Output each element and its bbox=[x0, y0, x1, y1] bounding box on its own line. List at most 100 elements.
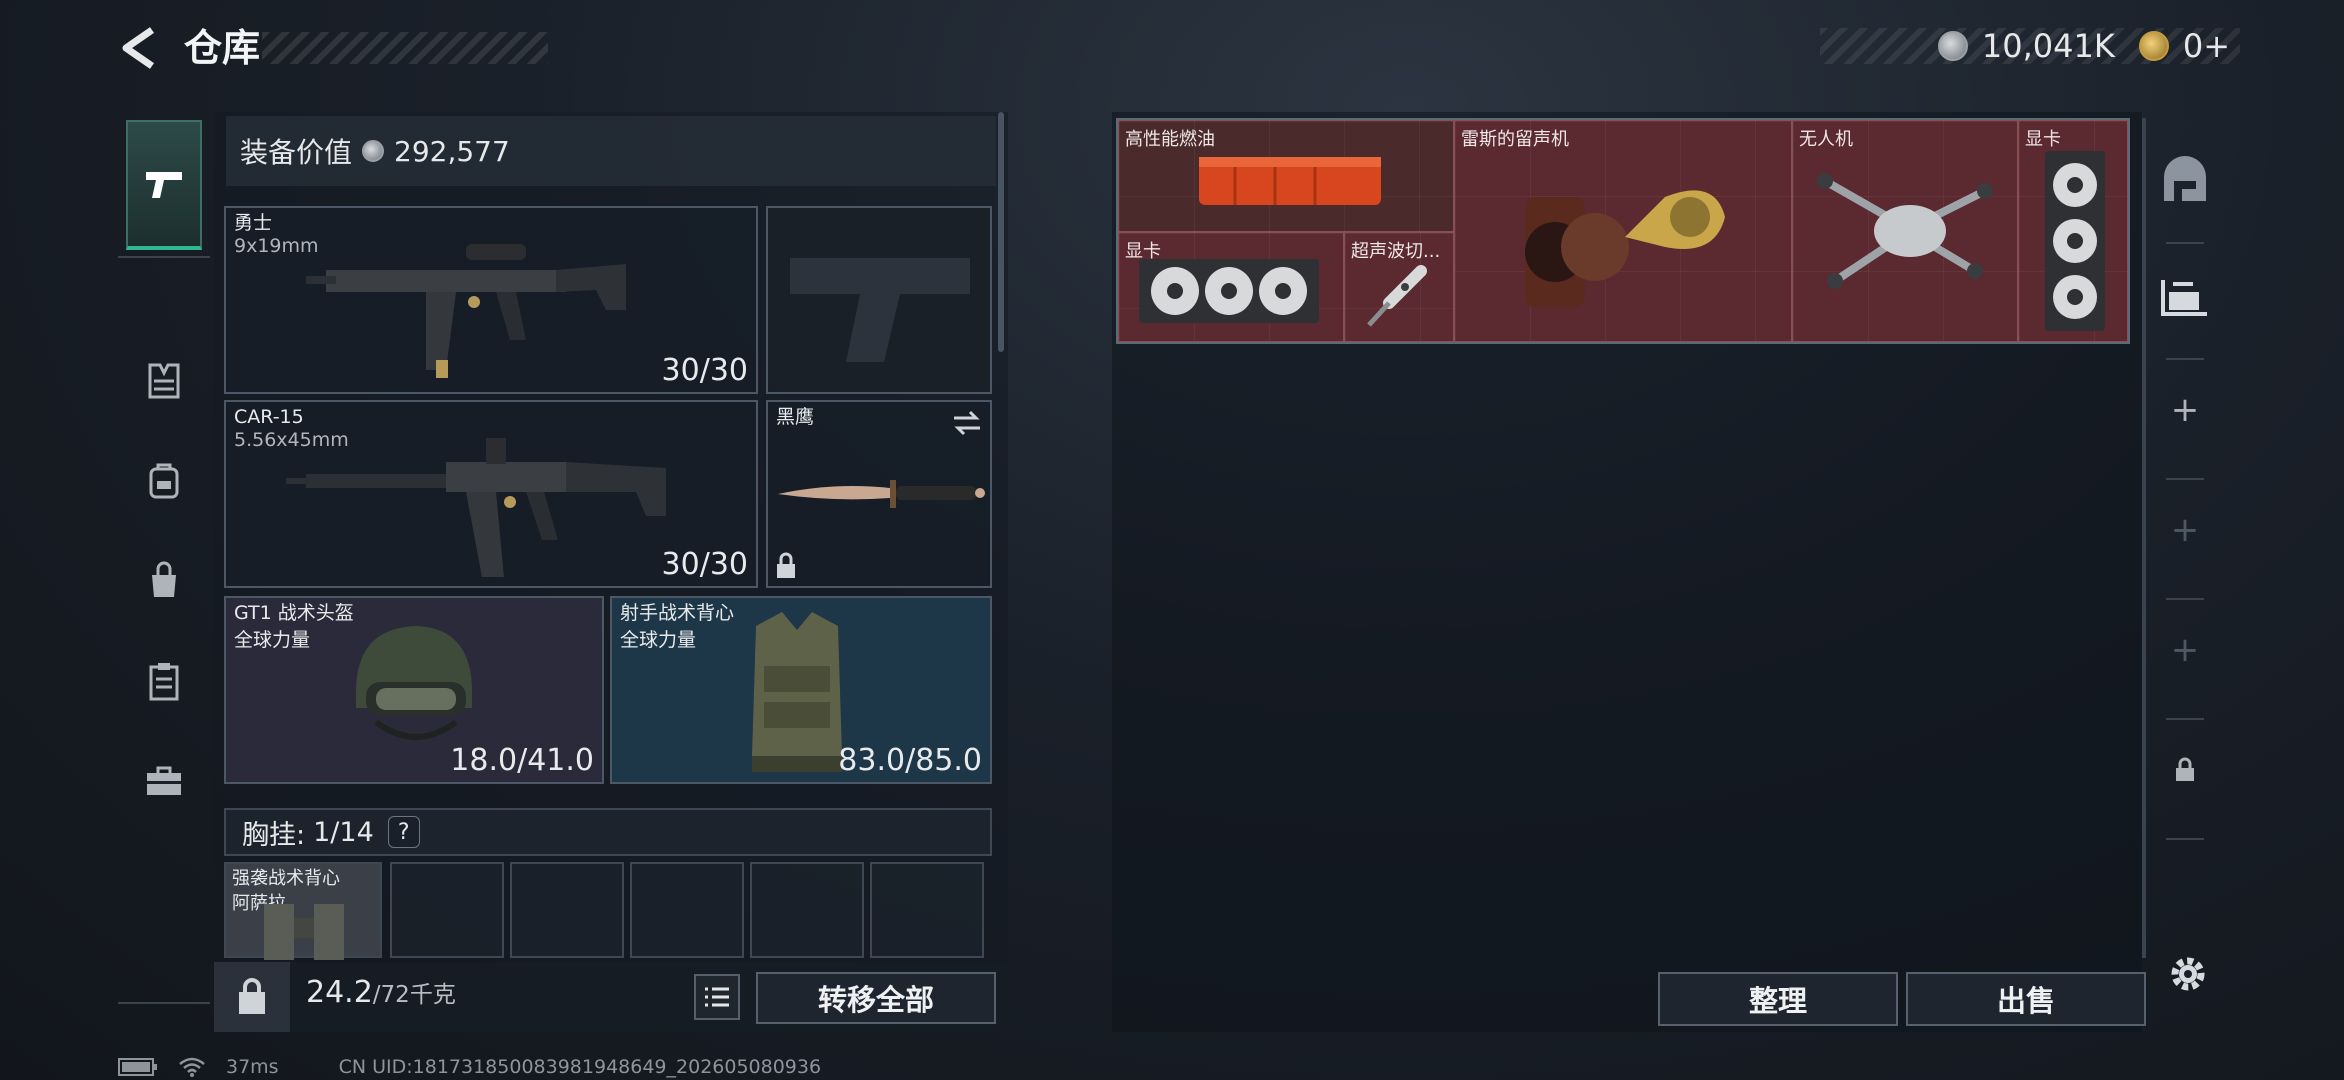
pistol-slot[interactable] bbox=[766, 206, 992, 394]
helmet-faction: 全球力量 bbox=[234, 629, 311, 651]
melee-slot[interactable]: 黑鹰 bbox=[766, 400, 992, 588]
pistol-icon bbox=[146, 172, 182, 198]
graphics-card-image bbox=[2045, 151, 2105, 331]
stash-item[interactable]: 高性能燃油 bbox=[1118, 120, 1454, 232]
back-arrow-icon bbox=[122, 27, 154, 69]
knife-image bbox=[778, 480, 985, 508]
weight-current: 24.2 bbox=[306, 975, 373, 1010]
clipboard-icon bbox=[149, 663, 179, 701]
locked-stash-tab[interactable] bbox=[2152, 720, 2218, 820]
equipment-value-row: 装备价值 292,577 bbox=[226, 116, 996, 186]
graphics-card-image bbox=[1139, 259, 1319, 323]
safe-box-button[interactable] bbox=[214, 962, 290, 1032]
chest-pocket-slot[interactable] bbox=[630, 862, 744, 958]
stash-item[interactable]: 无人机 bbox=[1792, 120, 2018, 342]
ultrasonic-cutter-image bbox=[1367, 265, 1427, 327]
gramophone-image bbox=[1525, 190, 1725, 307]
swap-icon[interactable] bbox=[952, 410, 982, 436]
stash-item[interactable]: 显卡 bbox=[2018, 120, 2128, 342]
equipment-scrollbar[interactable] bbox=[998, 112, 1004, 352]
lock-icon bbox=[777, 552, 795, 578]
armor-faction: 全球力量 bbox=[620, 629, 697, 651]
add-stash-tab-button[interactable]: + bbox=[2152, 480, 2218, 580]
tab-weapons[interactable] bbox=[126, 120, 202, 250]
stash-item-name: 雷斯的留声机 bbox=[1461, 129, 1569, 150]
helmet-slot[interactable]: GT1 战术头盔 全球力量 18.0/41.0 bbox=[224, 596, 604, 784]
primary-weapon-slot[interactable]: 勇士 9x19mm 30/30 bbox=[224, 206, 758, 394]
status-bar: 37ms CN UID:18173185008398194864​9_20260… bbox=[118, 1056, 821, 1078]
armor-slot[interactable]: 射手战术背心 全球力量 83.0/85.0 bbox=[610, 596, 992, 784]
warehouse-icon bbox=[2164, 156, 2206, 201]
briefcase-icon bbox=[147, 766, 181, 795]
stash-icon bbox=[2161, 280, 2207, 316]
silver-amount: 10,041K bbox=[1981, 27, 2115, 65]
list-icon bbox=[705, 987, 729, 1007]
melee-name: 黑鹰 bbox=[776, 406, 815, 428]
transfer-all-button[interactable]: 转移全部 bbox=[756, 972, 996, 1024]
chest-rig-slot[interactable]: 强袭战术背心 阿萨拉 bbox=[224, 862, 382, 960]
pistol-silhouette-icon bbox=[790, 258, 970, 362]
back-button[interactable] bbox=[112, 22, 164, 74]
primary-weapon-ammo: 30/30 bbox=[661, 353, 748, 388]
settings-button[interactable] bbox=[2164, 950, 2212, 998]
chest-pocket-slot[interactable] bbox=[390, 862, 504, 958]
secondary-weapon-ammo: 30/30 bbox=[661, 547, 748, 582]
chest-pocket-slot[interactable] bbox=[870, 862, 984, 958]
stash-item[interactable]: 超声波切... bbox=[1344, 232, 1454, 342]
user-uid: CN UID:18173185008398194864​9_2026050809… bbox=[338, 1056, 822, 1078]
wifi-icon bbox=[179, 1057, 205, 1077]
plus-icon: + bbox=[2170, 510, 2200, 550]
helmet-image bbox=[356, 626, 472, 740]
stash-item[interactable]: 显卡 bbox=[1118, 232, 1344, 342]
chest-rig-capacity: 1/14 bbox=[313, 816, 374, 848]
secondary-weapon-slot[interactable]: CAR-15 5.56x45mm 30/30 bbox=[224, 400, 758, 588]
stash-item-name: 超声波切... bbox=[1351, 241, 1441, 262]
silver-coin-icon bbox=[1937, 31, 1968, 61]
silver-coin-icon bbox=[362, 140, 385, 162]
add-stash-tab-button[interactable]: + bbox=[2152, 600, 2218, 700]
tab-briefcase[interactable] bbox=[126, 716, 202, 846]
add-stash-tab-button[interactable]: + bbox=[2152, 360, 2218, 460]
sell-button[interactable]: 出售 bbox=[1906, 972, 2146, 1026]
chest-pocket-slot[interactable] bbox=[750, 862, 864, 958]
chest-rig-label: 胸挂: bbox=[242, 819, 306, 851]
stash-tab-stash[interactable] bbox=[2152, 246, 2218, 346]
gold-coin-icon bbox=[2138, 31, 2169, 61]
currency-bar: 10,041K 0+ bbox=[1820, 27, 2240, 65]
plus-icon: + bbox=[2170, 390, 2200, 430]
title-decoration bbox=[262, 32, 548, 64]
primary-weapon-name: 勇士 bbox=[234, 212, 273, 234]
chest-item-name: 强袭战术背心 bbox=[232, 868, 340, 889]
list-view-button[interactable] bbox=[694, 974, 740, 1020]
ping: 37ms bbox=[226, 1056, 279, 1078]
bag-icon bbox=[152, 561, 176, 597]
backpack-icon bbox=[149, 463, 179, 499]
help-button[interactable]: ? bbox=[387, 816, 420, 848]
left-category-tabs bbox=[118, 106, 210, 1006]
equipment-value-label: 装备价值 bbox=[240, 136, 353, 169]
rifle-image bbox=[306, 244, 626, 378]
stash-scrollbar[interactable] bbox=[2142, 118, 2146, 958]
chest-rig-header: 胸挂: 1/14 ? bbox=[224, 808, 992, 856]
weight-max: /72千克 bbox=[372, 982, 456, 1008]
stash-item[interactable]: 雷斯的留声机 bbox=[1454, 120, 1792, 342]
lock-icon bbox=[2176, 757, 2194, 781]
carbine-image bbox=[286, 438, 666, 577]
drone-image bbox=[1817, 173, 1993, 289]
stash-item-name: 显卡 bbox=[2025, 129, 2061, 150]
carry-weight: 24.2/72千克 bbox=[306, 975, 456, 1010]
sort-button[interactable]: 整理 bbox=[1658, 972, 1898, 1026]
page-title: 仓库 bbox=[184, 26, 261, 70]
stash-tabs: + + + bbox=[2152, 112, 2218, 972]
equipment-value: 292,577 bbox=[394, 134, 510, 168]
vest-icon bbox=[148, 363, 180, 399]
gear-icon bbox=[2171, 957, 2205, 991]
chest-pocket-slot[interactable] bbox=[510, 862, 624, 958]
stash-tab-warehouse[interactable] bbox=[2152, 130, 2218, 230]
tactical-vest-image bbox=[264, 904, 344, 960]
armor-durability: 83.0/85.0 bbox=[838, 743, 982, 778]
armor-vest-image bbox=[752, 612, 842, 772]
fuel-case-image bbox=[1199, 157, 1381, 205]
armor-name: 射手战术背心 bbox=[620, 602, 735, 624]
helmet-durability: 18.0/41.0 bbox=[450, 743, 594, 778]
